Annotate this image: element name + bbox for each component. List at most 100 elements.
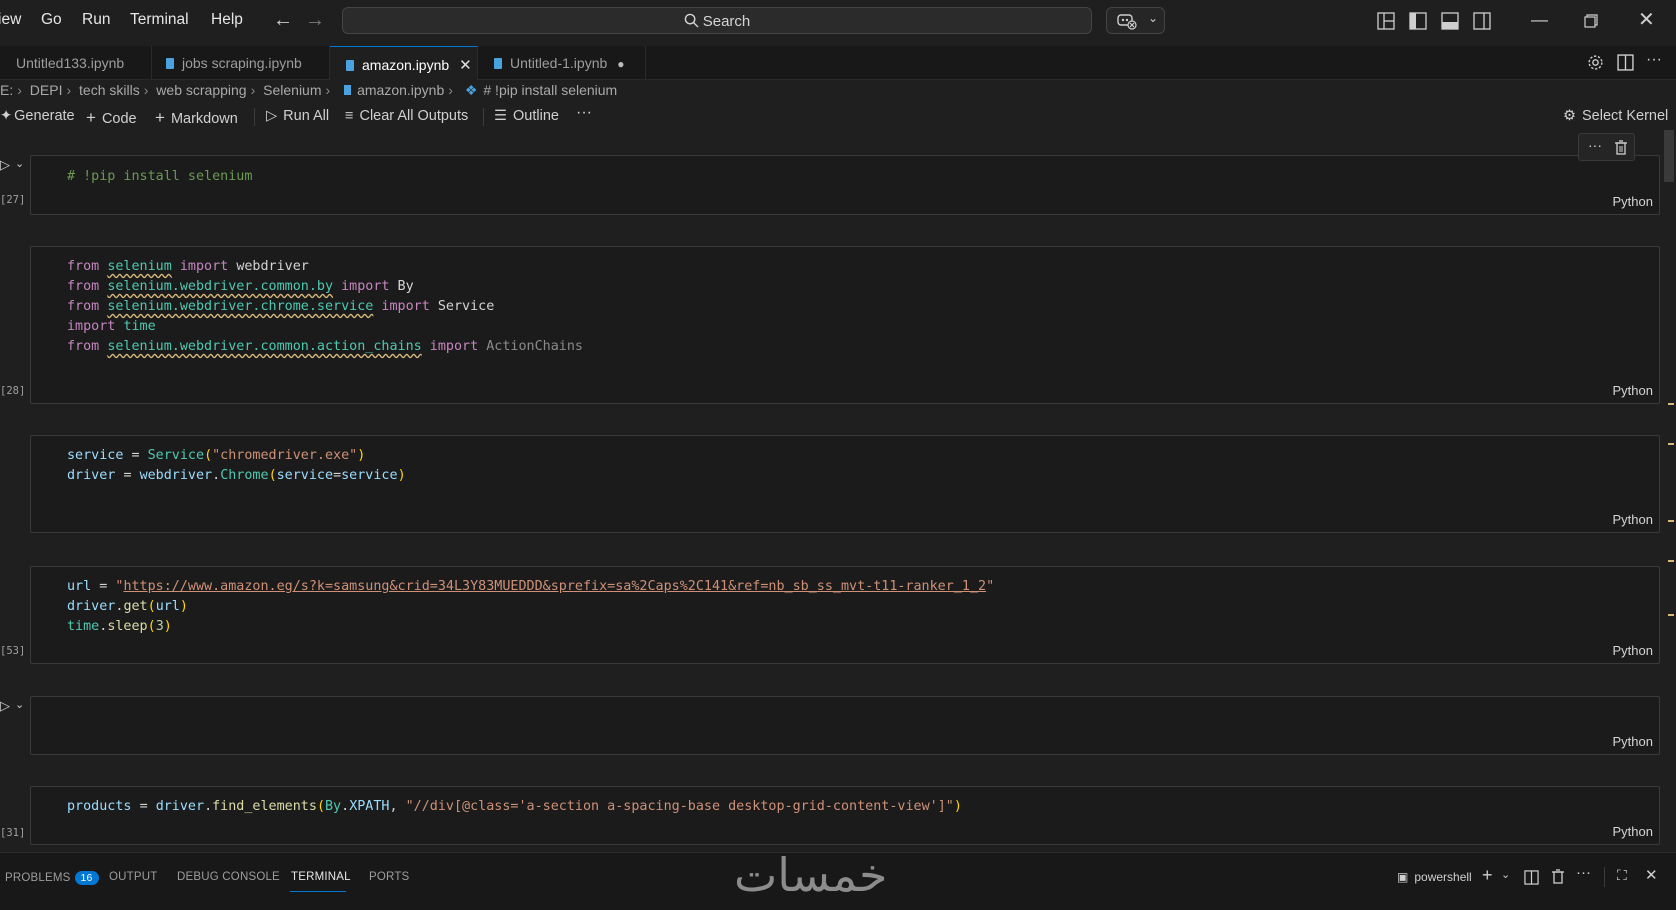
search-label: Search	[702, 13, 751, 30]
forward-arrow-icon[interactable]: →	[305, 9, 325, 32]
run-cell-icon[interactable]: ▷	[0, 698, 10, 714]
scrollbar-marker	[1668, 614, 1674, 616]
more-actions-icon[interactable]: ···	[1646, 51, 1662, 69]
chevron-down-icon[interactable]: ⌄	[1501, 868, 1510, 881]
cell-language[interactable]: Python	[1613, 383, 1653, 398]
tab-untitled-1[interactable]: Untitled-1.ipynb ●	[478, 46, 646, 80]
cell-language[interactable]: Python	[1613, 512, 1653, 527]
chevron-down-icon: ⌄	[1148, 11, 1159, 25]
close-tab-icon[interactable]: ✕	[459, 57, 472, 74]
command-center-search[interactable]: Search	[342, 7, 1092, 34]
code-cell[interactable]: # !pip install selenium Python	[30, 155, 1660, 215]
breadcrumb-item[interactable]: amazon.ipynb	[357, 82, 444, 98]
execution-count: [31]	[0, 827, 26, 839]
customize-layout-icon[interactable]	[1377, 12, 1395, 30]
clear-all-outputs-button[interactable]: ≡ Clear All Outputs	[345, 108, 468, 124]
more-panel-actions-icon[interactable]: ···	[1576, 864, 1591, 881]
run-cell-icon[interactable]: ▷	[0, 157, 10, 173]
tab-label: jobs scraping.ipynb	[182, 55, 302, 71]
markdown-label: Markdown	[170, 111, 238, 127]
split-editor-icon[interactable]	[1617, 54, 1634, 71]
breadcrumb-item[interactable]: Selenium	[263, 82, 321, 98]
copilot-button[interactable]: ⌄	[1106, 7, 1165, 34]
code-cell[interactable]: products = driver.find_elements(By.XPATH…	[30, 786, 1660, 845]
select-kernel-button[interactable]: ⚙ Select Kernel	[1563, 108, 1668, 124]
add-code-cell-button[interactable]: + Code	[86, 108, 137, 128]
code-cell[interactable]: Python	[30, 696, 1660, 755]
outline-label: Outline	[513, 108, 559, 124]
maximize-panel-icon[interactable]: ⛶	[1617, 867, 1627, 884]
delete-cell-icon[interactable]	[1614, 140, 1628, 155]
code-cell[interactable]: url = "https://www.amazon.eg/s?k=samsung…	[30, 566, 1660, 664]
new-terminal-icon[interactable]: +	[1482, 865, 1493, 886]
cell-code-editor[interactable]: products = driver.find_elements(By.XPATH…	[67, 797, 962, 817]
select-kernel-label: Select Kernel	[1582, 108, 1669, 124]
clear-all-icon: ≡	[345, 108, 354, 124]
breadcrumb-item[interactable]: # !pip install selenium	[483, 82, 617, 98]
tab-output[interactable]: OUTPUT	[109, 871, 157, 883]
title-bar: iew Go Run Terminal Help ← → Search ⌄ — …	[0, 0, 1676, 42]
plus-icon: +	[86, 108, 96, 127]
cell-code-editor[interactable]: from selenium import webdriver from sele…	[67, 257, 583, 357]
cell-language[interactable]: Python	[1613, 734, 1653, 749]
scrollbar-marker	[1668, 520, 1674, 522]
minimize-icon[interactable]: —	[1531, 10, 1548, 30]
tab-debug-console[interactable]: DEBUG CONSOLE	[177, 871, 280, 883]
active-tab-indicator	[290, 891, 346, 892]
tab-jobs-scraping[interactable]: jobs scraping.ipynb	[152, 46, 330, 80]
code-cell[interactable]: service = Service("chromedriver.exe") dr…	[30, 435, 1660, 533]
cell-language[interactable]: Python	[1613, 643, 1653, 658]
restore-icon[interactable]	[1584, 14, 1598, 28]
menu-view[interactable]: iew	[0, 11, 21, 29]
tab-ports[interactable]: PORTS	[369, 871, 409, 883]
breadcrumb-item[interactable]: E:	[0, 82, 13, 98]
add-markdown-cell-button[interactable]: + Markdown	[155, 108, 238, 128]
clear-all-label: Clear All Outputs	[359, 108, 469, 124]
split-terminal-icon[interactable]	[1524, 870, 1539, 885]
run-all-button[interactable]: ▷ Run All	[266, 108, 329, 124]
sparkle-icon: ✦	[0, 108, 13, 124]
more-cell-actions-icon[interactable]: ···	[1588, 137, 1602, 153]
outline-button[interactable]: ☰ Outline	[494, 108, 559, 124]
notebook-icon	[344, 85, 352, 95]
run-options-chevron-icon[interactable]: ⌄	[15, 698, 24, 711]
toolbar-divider	[254, 108, 255, 126]
gear-icon[interactable]	[1587, 54, 1604, 71]
menu-go[interactable]: Go	[41, 11, 62, 29]
breadcrumb-item[interactable]: tech skills	[79, 82, 140, 98]
cell-language[interactable]: Python	[1613, 194, 1653, 209]
menu-terminal[interactable]: Terminal	[130, 11, 189, 29]
execution-count: [27]	[0, 194, 26, 206]
notebook-icon	[166, 58, 174, 69]
kill-terminal-icon[interactable]	[1551, 869, 1565, 884]
scrollbar-marker	[1668, 560, 1674, 562]
toggle-secondary-sidebar-icon[interactable]	[1473, 12, 1491, 30]
close-panel-icon[interactable]: ✕	[1645, 866, 1658, 884]
breadcrumb-item[interactable]: web scrapping	[156, 82, 246, 98]
terminal-instance[interactable]: ▣ powershell	[1397, 870, 1472, 884]
tab-terminal[interactable]: TERMINAL	[291, 871, 351, 883]
run-all-label: Run All	[283, 108, 330, 124]
back-arrow-icon[interactable]: ←	[273, 9, 293, 32]
cell-code-editor[interactable]: # !pip install selenium	[67, 167, 252, 187]
scrollbar-marker	[1668, 403, 1674, 405]
generate-button[interactable]: ✦ Generate	[0, 108, 75, 124]
cell-code-editor[interactable]: url = "https://www.amazon.eg/s?k=samsung…	[67, 577, 994, 637]
search-icon	[684, 13, 699, 28]
scrollbar-thumb[interactable]	[1664, 130, 1674, 182]
tab-problems[interactable]: PROBLEMS 16	[5, 871, 99, 885]
menu-run[interactable]: Run	[82, 11, 110, 29]
breadcrumb-item[interactable]: DEPI	[30, 82, 63, 98]
tab-untitled133[interactable]: Untitled133.ipynb	[0, 46, 152, 80]
menu-help[interactable]: Help	[211, 11, 243, 29]
cell-code-editor[interactable]: service = Service("chromedriver.exe") dr…	[67, 446, 406, 486]
toggle-primary-sidebar-icon[interactable]	[1409, 12, 1427, 30]
code-cell[interactable]: from selenium import webdriver from sele…	[30, 246, 1660, 404]
more-toolbar-actions[interactable]: ···	[576, 104, 592, 122]
cell-language[interactable]: Python	[1613, 824, 1653, 839]
run-options-chevron-icon[interactable]: ⌄	[15, 157, 24, 170]
tab-amazon[interactable]: amazon.ipynb ✕	[330, 46, 478, 80]
code-label: Code	[101, 111, 137, 127]
toggle-panel-icon[interactable]	[1441, 12, 1459, 30]
close-window-icon[interactable]: ✕	[1638, 7, 1655, 32]
